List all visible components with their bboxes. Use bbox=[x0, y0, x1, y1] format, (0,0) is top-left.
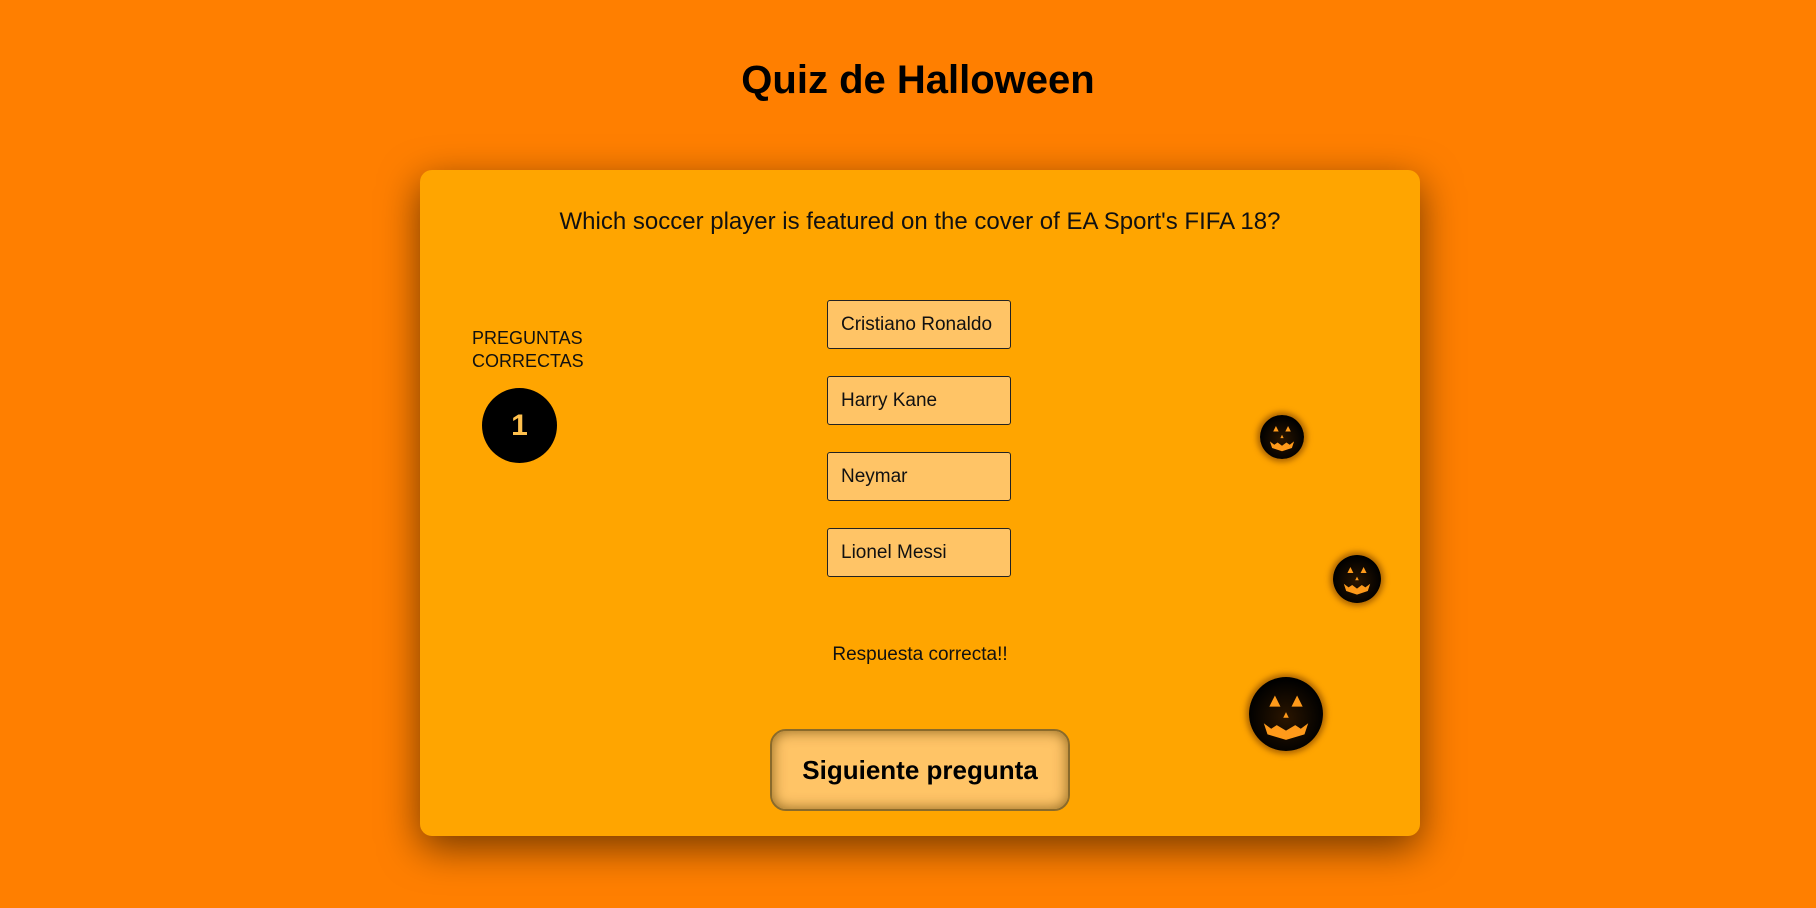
score-label: PREGUNTAS CORRECTAS bbox=[472, 328, 584, 371]
next-question-button[interactable]: Siguiente pregunta bbox=[770, 729, 1070, 811]
score-counter: 1 bbox=[482, 388, 557, 463]
answer-feedback: Respuesta correcta!! bbox=[832, 644, 1008, 665]
jack-o-lantern-icon bbox=[1260, 415, 1304, 459]
jack-o-lantern-icon bbox=[1249, 677, 1323, 751]
quiz-card: Which soccer player is featured on the c… bbox=[420, 170, 1420, 836]
answer-option[interactable]: Harry Kane bbox=[827, 376, 1011, 425]
answer-option[interactable]: Neymar bbox=[827, 452, 1011, 501]
answer-option[interactable]: Cristiano Ronaldo bbox=[827, 300, 1011, 349]
question-text: Which soccer player is featured on the c… bbox=[559, 208, 1281, 235]
answer-options: Cristiano Ronaldo Harry Kane Neymar Lion… bbox=[827, 300, 1013, 604]
page-title: Quiz de Halloween bbox=[741, 58, 1095, 102]
jack-o-lantern-icon bbox=[1333, 555, 1381, 603]
answer-option[interactable]: Lionel Messi bbox=[827, 528, 1011, 577]
